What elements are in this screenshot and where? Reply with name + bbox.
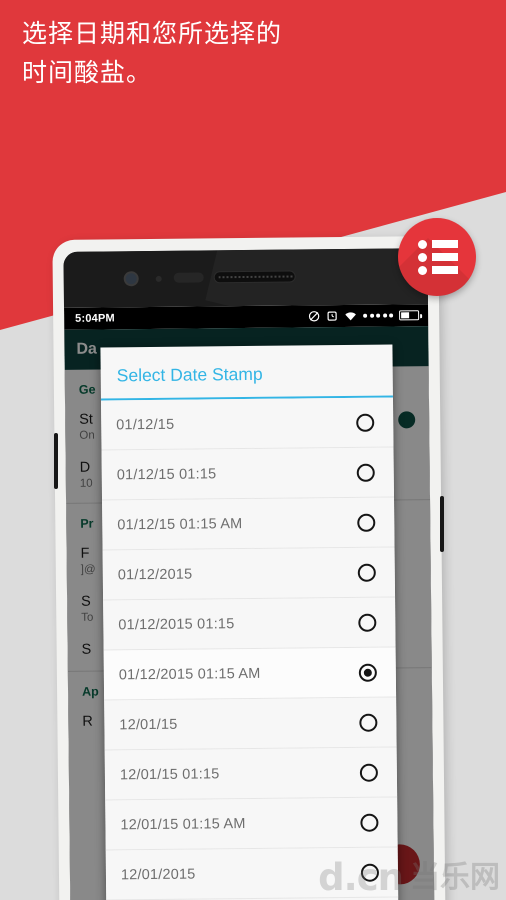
promo-headline: 选择日期和您所选择的 时间酸盐。 bbox=[22, 19, 283, 87]
radio-button[interactable] bbox=[358, 663, 377, 682]
date-stamp-option-label: 01/12/2015 bbox=[117, 566, 193, 583]
date-stamp-option[interactable]: 12/01/15 bbox=[104, 697, 397, 751]
radio-button[interactable] bbox=[360, 863, 380, 882]
status-bar-clock: 5:04PM bbox=[75, 312, 115, 325]
dialog-title: Select Date Stamp bbox=[100, 344, 393, 401]
promo-screenshot: 选择日期和您所选择的 时间酸盐。 5:04PM Da Ge St On D 10… bbox=[0, 0, 506, 900]
date-stamp-option[interactable]: 01/12/2015 01:15 bbox=[103, 597, 396, 651]
date-stamp-option[interactable]: 12/01/15 01:15 bbox=[104, 747, 398, 801]
date-stamp-option[interactable]: 12/01/15 01:15 AM bbox=[105, 797, 398, 851]
phone-device: 5:04PM Da Ge St On D 10 Pr F]@ S To S A… bbox=[52, 235, 446, 900]
date-stamp-option[interactable]: 12/01/2015 bbox=[105, 847, 399, 900]
date-stamp-option[interactable]: 01/12/15 01:15 bbox=[101, 447, 395, 501]
front-camera-icon bbox=[123, 271, 139, 287]
date-stamp-option-label: 12/01/15 01:15 AM bbox=[120, 815, 246, 833]
radio-button[interactable] bbox=[356, 463, 375, 482]
radio-button[interactable] bbox=[359, 763, 378, 782]
date-stamp-option-label: 01/12/15 01:15 AM bbox=[117, 515, 243, 533]
date-stamp-option-label: 01/12/15 01:15 bbox=[116, 465, 217, 483]
radio-button[interactable] bbox=[357, 513, 376, 532]
list-icon bbox=[418, 240, 458, 275]
date-stamp-option-label: 01/12/2015 01:15 bbox=[118, 615, 235, 633]
wifi-icon bbox=[345, 311, 356, 320]
date-stamp-option[interactable]: 01/12/2015 01:15 AM bbox=[103, 647, 397, 701]
light-sensor-icon bbox=[173, 272, 204, 283]
radio-button[interactable] bbox=[357, 563, 376, 582]
battery-icon bbox=[399, 310, 420, 321]
phone-top-bezel bbox=[63, 248, 435, 393]
date-stamp-option-label: 01/12/2015 01:15 AM bbox=[118, 665, 261, 683]
radio-button[interactable] bbox=[358, 613, 377, 632]
radio-button[interactable] bbox=[356, 413, 375, 432]
date-stamp-option-label: 01/12/15 bbox=[116, 416, 175, 433]
radio-button-dot bbox=[363, 668, 372, 677]
mute-icon bbox=[308, 311, 320, 322]
phone-screen: 5:04PM Da Ge St On D 10 Pr F]@ S To S A… bbox=[63, 248, 435, 900]
radio-button[interactable] bbox=[359, 713, 378, 732]
date-stamp-option[interactable]: 01/12/15 bbox=[100, 397, 394, 451]
signal-dots-icon bbox=[363, 313, 394, 318]
earpiece-speaker-icon bbox=[213, 270, 296, 284]
date-stamp-option-list[interactable]: 01/12/15 01/12/15 01:15 01/12/15 01:15 AM 0… bbox=[100, 397, 399, 900]
alarm-icon bbox=[327, 311, 337, 321]
power-button[interactable] bbox=[440, 496, 444, 552]
select-date-stamp-dialog: Select Date Stamp 01/12/15 01/12/15 01:15… bbox=[100, 344, 399, 900]
status-bar-icons bbox=[308, 304, 420, 327]
android-screen: 5:04PM Da Ge St On D 10 Pr F]@ S To S A… bbox=[64, 304, 435, 900]
proximity-sensor-icon bbox=[155, 275, 162, 282]
date-stamp-option-label: 12/01/15 01:15 bbox=[119, 765, 220, 783]
date-stamp-option-label: 12/01/2015 bbox=[120, 866, 196, 883]
floating-action-button[interactable] bbox=[398, 218, 476, 296]
date-stamp-option-label: 12/01/15 bbox=[119, 716, 178, 733]
date-stamp-option[interactable]: 01/12/2015 bbox=[102, 547, 396, 601]
date-stamp-option[interactable]: 01/12/15 01:15 AM bbox=[102, 497, 395, 551]
radio-button[interactable] bbox=[360, 813, 379, 832]
volume-button[interactable] bbox=[54, 433, 58, 489]
